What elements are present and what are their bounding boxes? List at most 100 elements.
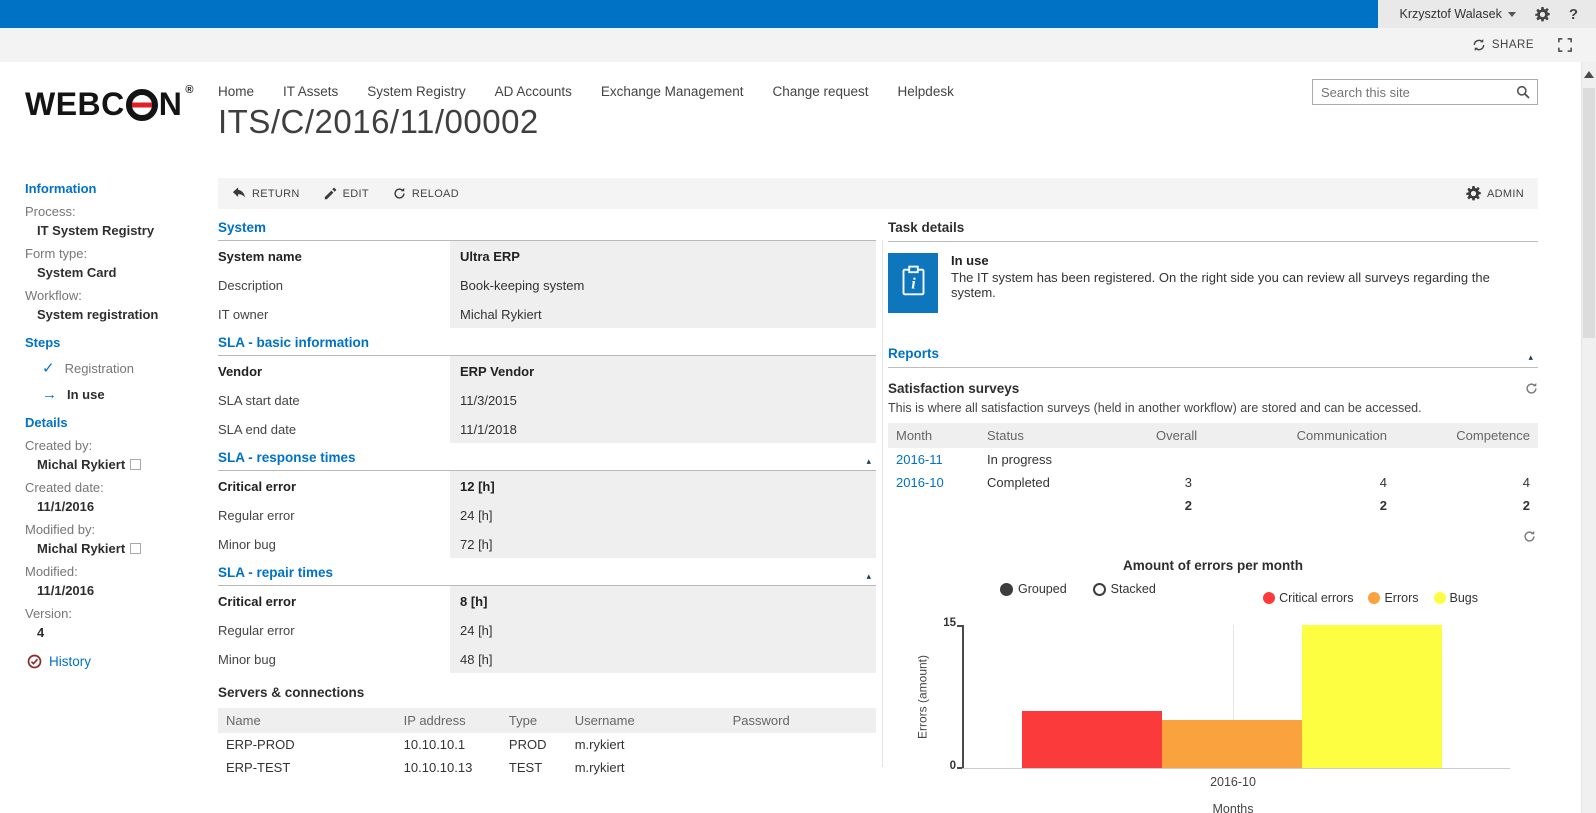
legend-dot-icon [1368, 592, 1381, 604]
summary-row: 2 2 2 [888, 494, 1538, 517]
refresh-icon[interactable] [1525, 382, 1538, 395]
form-section-sla-basic-information: SLA - basic information Vendor ERP Vendor S… [218, 328, 876, 443]
user-menu[interactable]: Krzysztof Walasek [1399, 7, 1516, 21]
task-description: The IT system has been registered. On th… [951, 270, 1490, 300]
scroll-up-arrow-icon[interactable] [1584, 71, 1594, 78]
surveys-table: Month Status Overall Communication Competenc… [888, 423, 1538, 517]
presence-checkbox [130, 543, 142, 554]
sidebar-field-label: Modified by: [25, 522, 96, 537]
y-axis-label: Errors (amount) [915, 654, 930, 740]
table-cell: Completed [987, 475, 1050, 490]
column-divider [882, 240, 883, 767]
reload-button[interactable]: RELOAD [393, 187, 459, 200]
table-cell [1200, 448, 1395, 471]
admin-button[interactable]: ADMIN [1466, 186, 1524, 201]
surveys-subtitle: This is where all satisfaction surveys (… [888, 401, 1422, 415]
radio-icon [1092, 582, 1106, 596]
reports-heading: Reports ▴ [888, 339, 1538, 368]
edit-button[interactable]: EDIT [324, 187, 369, 200]
collapse-icon[interactable]: ▴ [1528, 352, 1533, 363]
task-step-name: In use [951, 253, 989, 268]
table-cell [979, 494, 1148, 517]
nav-item-it-assets[interactable]: IT Assets [283, 84, 338, 99]
chart-mode-radios: Grouped Stacked [1000, 582, 1156, 596]
chart-legend: Critical errors Errors Bugs [1263, 591, 1538, 605]
chevron-down-icon [1507, 11, 1516, 17]
presence-checkbox [130, 459, 142, 470]
sidebar-field-value: 11/1/2016 [25, 583, 211, 598]
focus-on-content-icon[interactable] [1558, 38, 1572, 52]
return-arrow-icon [232, 186, 246, 201]
legend-item-bugs[interactable]: Bugs [1433, 591, 1479, 605]
search-input[interactable] [1313, 84, 1516, 100]
nav-item-system-registry[interactable]: System Registry [367, 84, 465, 99]
bar-critical-errors[interactable] [1022, 710, 1162, 768]
sidebar-field-value: 4 [25, 625, 211, 640]
reload-icon [393, 187, 406, 200]
sidebar-field-value-text: IT System Registry [37, 223, 155, 238]
form-row-value: 24 [h] [450, 500, 876, 529]
history-link[interactable]: History [25, 654, 211, 669]
sidebar-info-fields: Process: IT System Registry Form type: Syst… [25, 204, 211, 322]
column-header-competence: Competence [1395, 423, 1538, 448]
form-row-value: ERP Vendor [450, 356, 876, 385]
collapse-icon[interactable]: ▴ [866, 456, 871, 467]
bar-errors[interactable] [1162, 720, 1302, 768]
section-title: SLA - repair times [218, 565, 334, 580]
vertical-scrollbar[interactable] [1581, 62, 1596, 813]
y-axis-line [962, 625, 964, 769]
page: Krzysztof Walasek ? SHARE WEBC N ® Home I… [0, 0, 1596, 813]
form-section-sla-repair-times: SLA - repair times ▴ Critical error 8 [h] Re… [218, 558, 876, 673]
chart-mode-radio-grouped[interactable]: Grouped [1000, 582, 1067, 596]
form-main-column: System System name Ultra ERP Description Boo… [218, 213, 876, 779]
form-row-value: 72 [h] [450, 529, 876, 558]
help-icon[interactable]: ? [1569, 6, 1578, 23]
nav-item-helpdesk[interactable]: Helpdesk [898, 84, 954, 99]
task-summary: i In use The IT system has been register… [888, 253, 1538, 313]
legend-item-errors[interactable]: Errors [1368, 591, 1419, 605]
table-cell [725, 756, 876, 779]
bar-bugs[interactable] [1302, 625, 1442, 768]
share-button[interactable]: SHARE [1472, 38, 1534, 52]
sidebar-steps-title: Steps [25, 335, 61, 350]
legend-item-critical-errors[interactable]: Critical errors [1263, 591, 1353, 605]
collapse-icon[interactable]: ▴ [866, 571, 871, 582]
legend-label: Critical errors [1279, 591, 1354, 605]
month-link[interactable]: 2016-10 [896, 475, 944, 490]
sidebar-field-value-text: Michal Rykiert [37, 541, 126, 556]
nav-item-change-request[interactable]: Change request [772, 84, 868, 99]
chart-refresh-row [888, 530, 1538, 543]
pencil-icon [324, 187, 337, 200]
refresh-icon[interactable] [1523, 530, 1536, 543]
nav-item-exchange-management[interactable]: Exchange Management [601, 84, 744, 99]
section-heading: System [218, 213, 876, 241]
history-label: History [49, 654, 92, 669]
task-panel: Task details i In use The IT system has … [888, 213, 1538, 813]
nav-item-ad-accounts[interactable]: AD Accounts [495, 84, 572, 99]
month-link[interactable]: 2016-11 [896, 452, 943, 467]
sidebar-detail-fields: Created by: Michal Rykiert Created date: 11… [25, 438, 211, 640]
legend-label: Bugs [1449, 591, 1479, 605]
x-axis-line [962, 768, 1510, 769]
search-icon[interactable] [1516, 85, 1530, 99]
form-row: Minor bug 72 [h] [218, 529, 876, 558]
sidebar-steps: ✓ Registration → In use [25, 361, 211, 402]
sidebar-field-value-text: System registration [37, 307, 159, 322]
chart-mode-radio-stacked[interactable]: Stacked [1092, 582, 1156, 596]
table-row: ERP-PROD 10.10.10.1 PROD m.rykiert [218, 733, 876, 756]
logo-red-dash [131, 102, 152, 107]
servers-table-body: ERP-PROD 10.10.10.1 PROD m.rykiert ERP-TEST 1… [218, 733, 876, 779]
column-header-communication: Communication [1200, 423, 1395, 448]
return-button[interactable]: RETURN [232, 186, 300, 201]
form-row: Critical error 12 [h] [218, 471, 876, 500]
surveys-table-body: 2016-11 In progress 2016-10 Completed 3 4 4 2 2 2 [888, 448, 1538, 517]
chart-title: Amount of errors per month [1122, 558, 1303, 573]
gear-icon[interactable] [1535, 6, 1550, 22]
sidebar-information-title: Information [25, 181, 97, 196]
table-cell: 4 [1522, 475, 1530, 490]
nav-item-home[interactable]: Home [218, 84, 254, 99]
chart-controls: Grouped Stacked Critical errors Errors Bugs [888, 582, 1538, 605]
scrollbar-thumb[interactable] [1583, 88, 1595, 338]
form-row-label: Regular error [218, 508, 295, 523]
reload-label: RELOAD [411, 187, 459, 200]
